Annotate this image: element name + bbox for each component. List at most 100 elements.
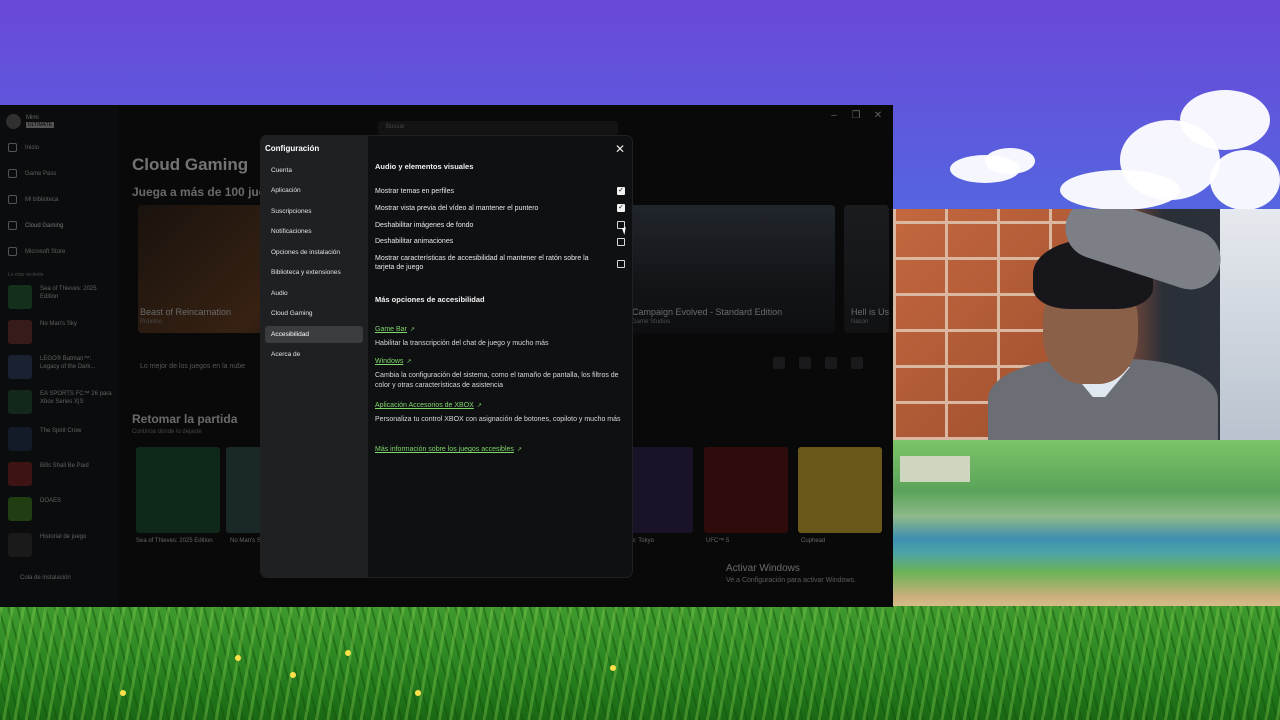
section-title-more: Más opciones de accesibilidad bbox=[375, 295, 485, 304]
game-tile[interactable] bbox=[704, 447, 788, 533]
resume-subtitle: Continúa donde lo dejaste bbox=[132, 429, 202, 435]
nav-home[interactable]: Inicio bbox=[8, 143, 39, 152]
nav-store[interactable]: Microsoft Store bbox=[8, 247, 65, 256]
hover-accessibility-checkbox[interactable] bbox=[617, 260, 625, 268]
hero-caption: Campaign Evolved - Standard Edition bbox=[632, 307, 783, 317]
cloud bbox=[985, 148, 1035, 174]
install-queue[interactable]: Cola de instalación bbox=[20, 575, 71, 581]
library-item[interactable]: Bills Shall Be Paid bbox=[8, 462, 112, 486]
link-label: Game Bar bbox=[375, 326, 407, 333]
link-description: Cambia la configuración del sistema, com… bbox=[375, 372, 619, 389]
settings-nav-aplicacion[interactable]: Aplicación bbox=[265, 182, 363, 199]
cloud bbox=[1180, 90, 1270, 150]
external-link-icon: ↗ bbox=[409, 327, 415, 333]
hero-caption-sub: Game Studios bbox=[632, 319, 671, 325]
accessible-games-link[interactable]: Más información sobre los juegos accesib… bbox=[375, 446, 522, 453]
app-sidebar: Mimi ULTIMATE Inicio Game Pass Mi biblio… bbox=[0, 105, 118, 607]
cloud bbox=[1210, 150, 1280, 210]
library-item[interactable]: EA SPORTS FC™ 26 para Xbox Series X|S bbox=[8, 390, 112, 414]
settings-dialog: Configuración Cuenta Aplicación Suscripc… bbox=[261, 136, 632, 577]
settings-content: Audio y elementos visuales Mostrar temas… bbox=[375, 136, 632, 577]
hero-caption-sub: Nacon bbox=[851, 319, 869, 325]
option-label: Mostrar temas en perfiles bbox=[375, 188, 454, 195]
library-section-label: Lo más reciente bbox=[8, 272, 44, 278]
tile-title: Cuphead bbox=[801, 538, 826, 544]
tile-title: Sea of Thieves: 2025 Edition bbox=[136, 538, 213, 544]
hero-caption-sub: Próximo bbox=[140, 319, 163, 325]
tv-icon bbox=[851, 357, 863, 369]
settings-nav-instalacion[interactable]: Opciones de instalación bbox=[265, 244, 363, 261]
disable-animations-checkbox[interactable] bbox=[617, 238, 625, 246]
library-item[interactable]: Sea of Thieves: 2025 Edition bbox=[8, 285, 112, 309]
search-input[interactable]: Buscar bbox=[378, 121, 618, 135]
settings-nav-acerca-de[interactable]: Acerca de bbox=[265, 346, 363, 363]
page-title: Cloud Gaming bbox=[132, 155, 249, 174]
promo-line: Lo mejor de los juegos en la nube bbox=[140, 363, 246, 370]
flower bbox=[235, 655, 241, 661]
store-icon bbox=[8, 247, 17, 256]
house bbox=[900, 456, 970, 482]
game-thumbnail bbox=[8, 285, 32, 309]
library-item-title: The Spirit Crow bbox=[40, 428, 82, 434]
nav-label: Microsoft Store bbox=[25, 248, 66, 255]
library-item-title: No Man's Sky bbox=[40, 321, 77, 327]
library-item-title: EA SPORTS FC™ 26 para Xbox Series X|S bbox=[40, 391, 112, 405]
settings-nav-audio[interactable]: Audio bbox=[265, 285, 363, 302]
settings-nav-biblioteca[interactable]: Biblioteca y extensiones bbox=[265, 264, 363, 281]
game-tile[interactable] bbox=[136, 447, 220, 533]
settings-nav-suscripciones[interactable]: Suscripciones bbox=[265, 203, 363, 220]
game-thumbnail bbox=[8, 533, 32, 557]
game-thumbnail bbox=[8, 355, 32, 379]
game-thumbnail bbox=[8, 320, 32, 344]
library-item[interactable]: DOAES bbox=[8, 497, 112, 521]
tile-title: UFC™ 5 bbox=[706, 538, 730, 544]
video-preview-checkbox[interactable]: ✓ bbox=[617, 204, 625, 212]
option-label: Deshabilitar animaciones bbox=[375, 238, 454, 245]
option-label: Mostrar características de accesibilidad… bbox=[375, 255, 589, 271]
flower bbox=[290, 672, 296, 678]
show-themes-checkbox[interactable]: ✓ bbox=[617, 187, 625, 195]
xbox-accessories-link[interactable]: Aplicación Accesorios de XBOX ↗ bbox=[375, 402, 482, 409]
flower bbox=[610, 665, 616, 671]
library-item[interactable]: LEGO® Batman™: Legacy of the Dark... bbox=[8, 355, 112, 379]
library-item-title: LEGO® Batman™: Legacy of the Dark... bbox=[40, 356, 96, 370]
settings-nav-cuenta[interactable]: Cuenta bbox=[265, 162, 363, 179]
nav-library[interactable]: Mi biblioteca bbox=[8, 195, 58, 204]
control-icons bbox=[773, 357, 863, 369]
activate-windows-watermark: Activar Windows Ve a Configuración para … bbox=[726, 563, 856, 584]
settings-nav-notificaciones[interactable]: Notificaciones bbox=[265, 223, 363, 240]
settings-nav: Configuración Cuenta Aplicación Suscripc… bbox=[261, 136, 368, 577]
library-item[interactable]: The Spirit Crow bbox=[8, 427, 112, 451]
option-label: Mostrar vista previa del vídeo al manten… bbox=[375, 205, 539, 212]
settings-nav-cloud-gaming[interactable]: Cloud Gaming bbox=[265, 305, 363, 322]
game-pass-icon bbox=[8, 169, 17, 178]
nav-cloud-gaming[interactable]: Cloud Gaming bbox=[8, 221, 63, 230]
settings-nav-accesibilidad[interactable]: Accesibilidad bbox=[265, 326, 363, 343]
external-link-icon: ↗ bbox=[406, 359, 412, 365]
grass bbox=[0, 606, 1280, 720]
link-label: Aplicación Accesorios de XBOX bbox=[375, 402, 474, 409]
link-description: Personaliza tu control XBOX con asignaci… bbox=[375, 416, 621, 423]
link-description: Habilitar la transcripción del chat de j… bbox=[375, 340, 549, 347]
library-item-title: Bills Shall Be Paid bbox=[40, 463, 89, 469]
nav-game-pass[interactable]: Game Pass bbox=[8, 169, 56, 178]
profile[interactable]: Mimi ULTIMATE bbox=[6, 114, 54, 129]
game-thumbnail bbox=[8, 427, 32, 451]
library-item[interactable]: Historial de juego bbox=[8, 533, 112, 557]
game-tile[interactable] bbox=[798, 447, 882, 533]
game-thumbnail bbox=[8, 390, 32, 414]
activate-subtitle: Ve a Configuración para activar Windows. bbox=[726, 577, 856, 584]
windows-link[interactable]: Windows ↗ bbox=[375, 358, 411, 365]
touch-icon bbox=[825, 357, 837, 369]
window-light bbox=[1220, 209, 1280, 440]
flower bbox=[415, 690, 421, 696]
controller-icon bbox=[773, 357, 785, 369]
webcam-overlay bbox=[893, 209, 1280, 440]
nav-label: Inicio bbox=[25, 144, 40, 151]
hero-caption: Hell is Us bbox=[851, 307, 889, 317]
game-thumbnail bbox=[8, 462, 32, 486]
link-label: Windows bbox=[375, 358, 404, 365]
library-item[interactable]: No Man's Sky bbox=[8, 320, 112, 344]
game-bar-link[interactable]: Game Bar ↗ bbox=[375, 326, 415, 333]
hero-caption: Beast of Reincarnation bbox=[140, 307, 232, 317]
